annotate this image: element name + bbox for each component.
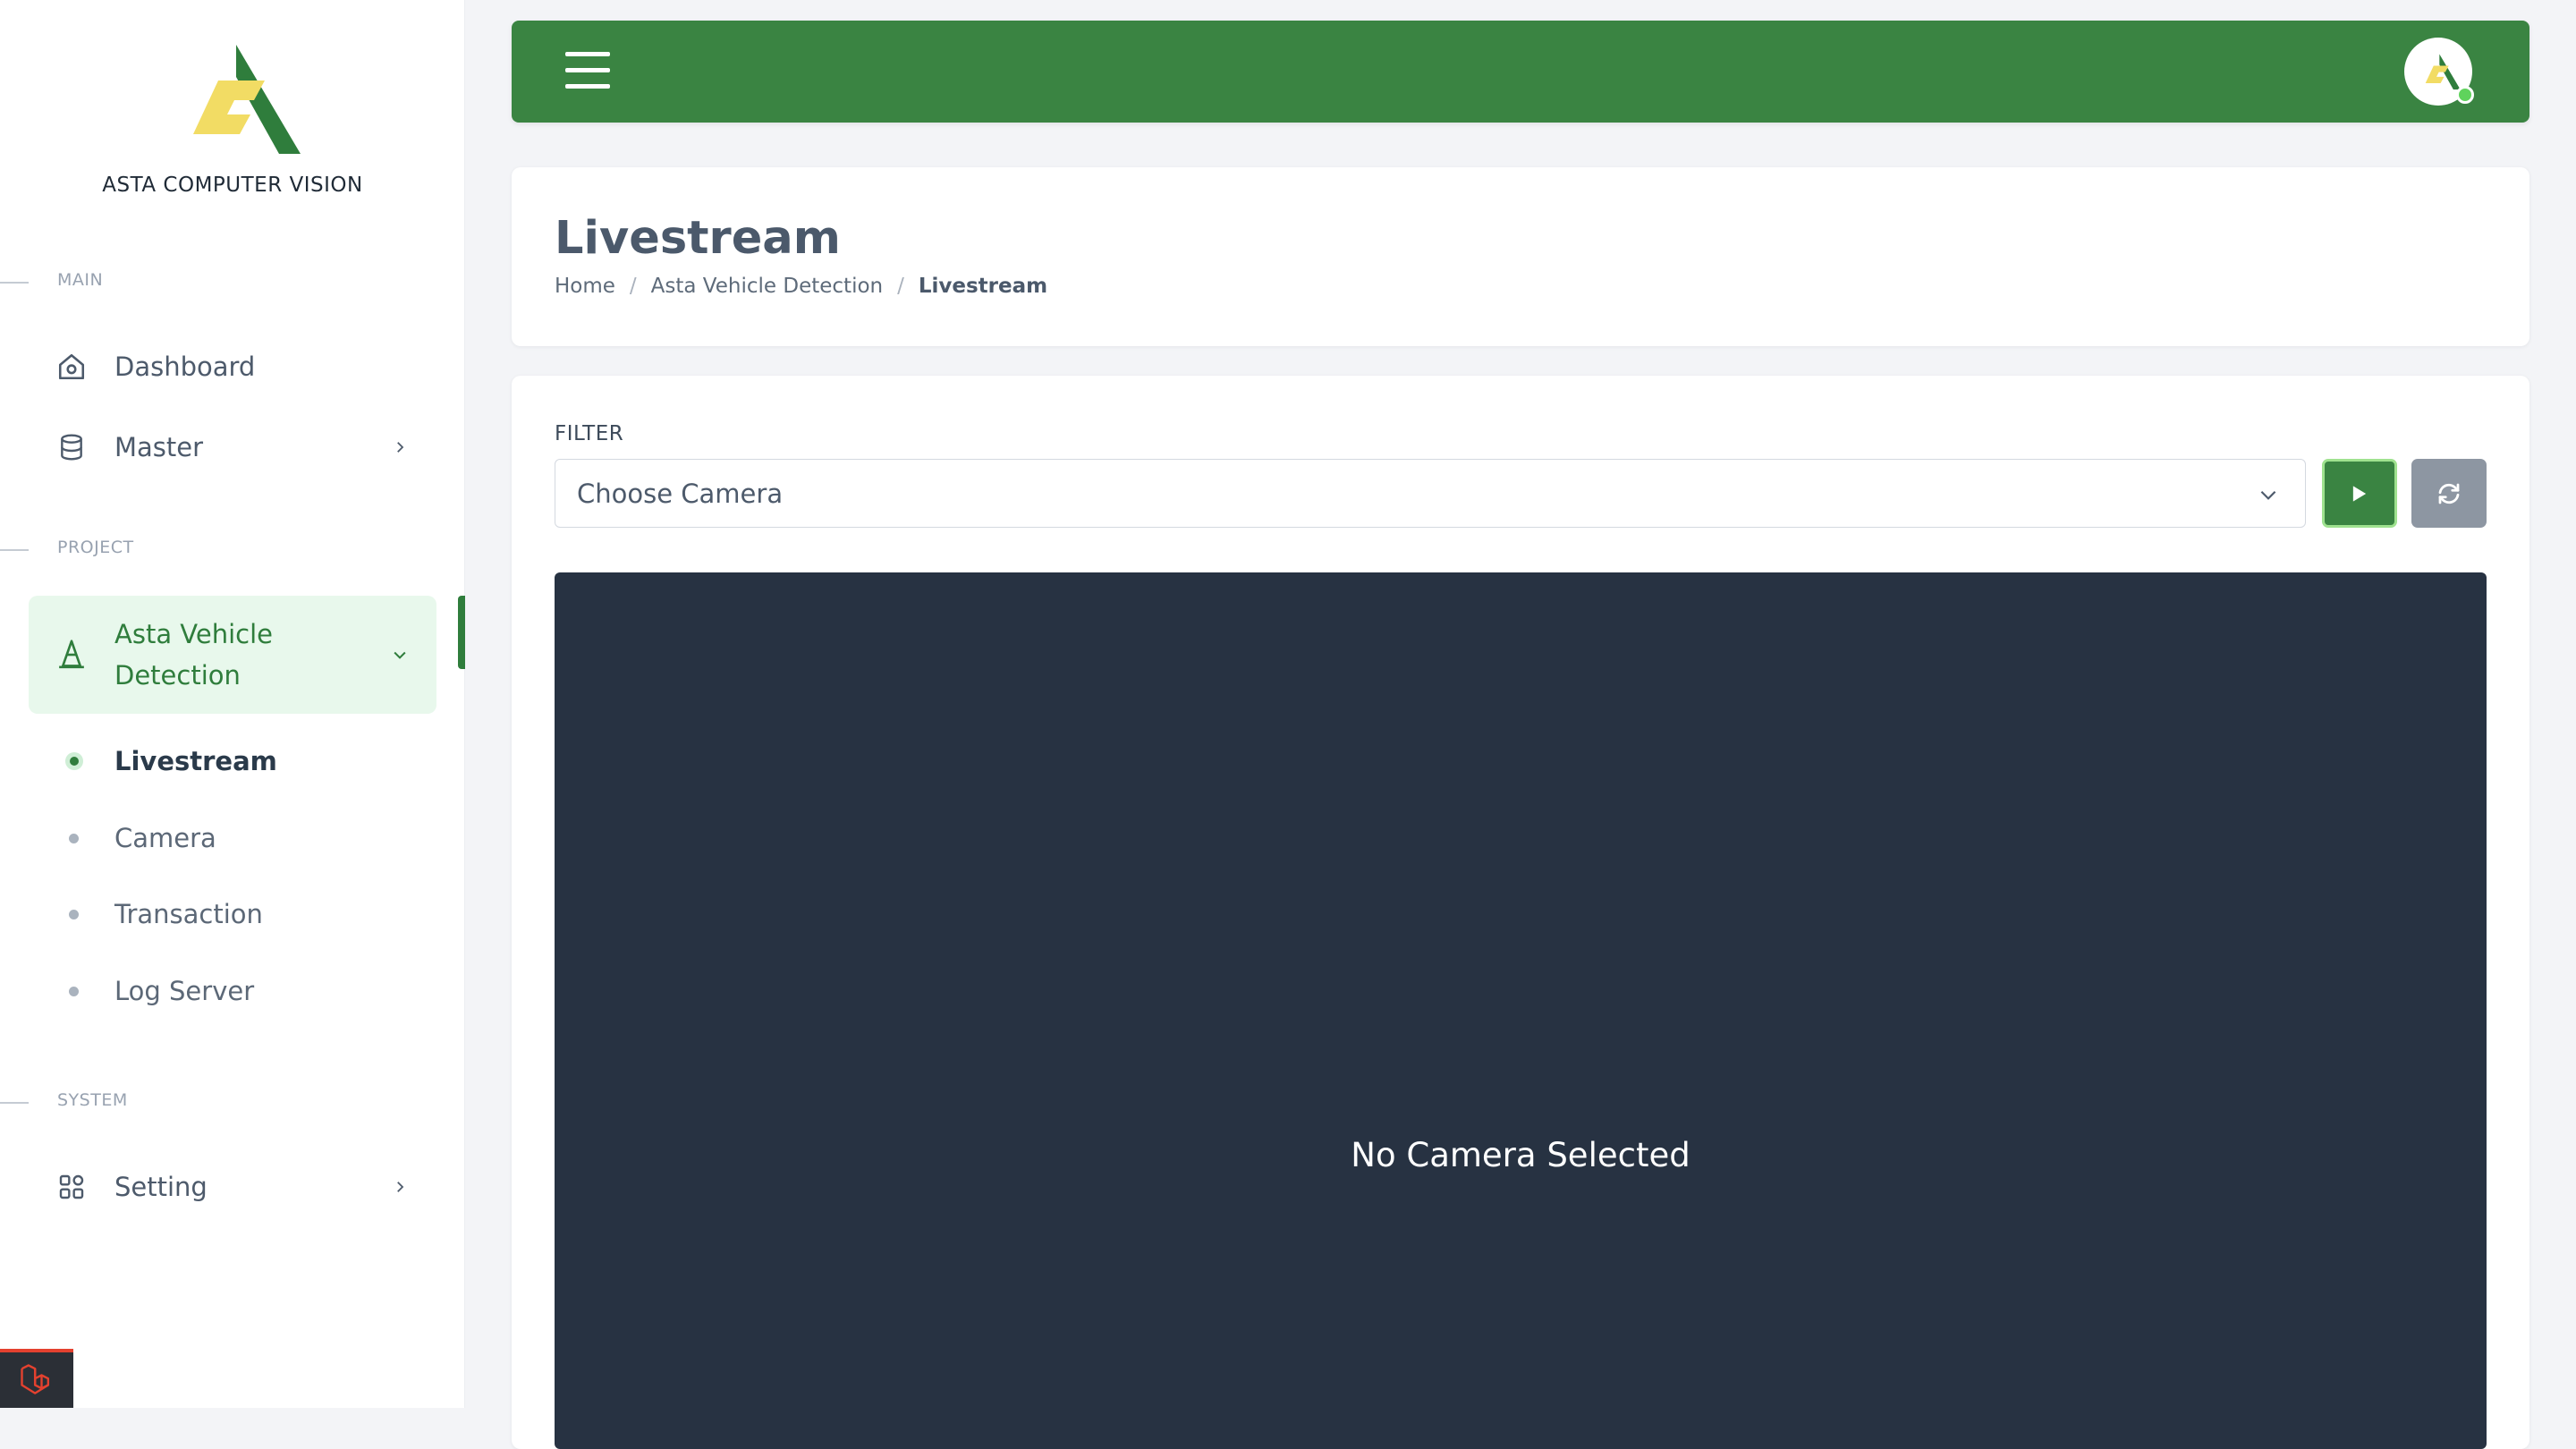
breadcrumb-separator: /: [897, 275, 904, 298]
sidebar-item-label: Master: [114, 432, 204, 462]
breadcrumb-separator: /: [629, 275, 637, 298]
home-icon: [55, 351, 88, 383]
sidebar-item-label: Setting: [114, 1172, 208, 1202]
refresh-icon: [2438, 483, 2460, 504]
brand[interactable]: ASTA COMPUTER VISION: [0, 36, 465, 197]
label-line-2: Detection: [114, 660, 241, 691]
video-placeholder-message: No Camera Selected: [1351, 1136, 1690, 1174]
sidebar-item-label: Dashboard: [114, 352, 256, 382]
traffic-cone-icon: [55, 639, 88, 671]
video-player: No Camera Selected: [555, 572, 2487, 1449]
database-icon: [55, 431, 88, 463]
sidebar-subitem-livestream[interactable]: Livestream: [29, 732, 436, 791]
breadcrumb-project[interactable]: Asta Vehicle Detection: [651, 275, 883, 298]
page-header: Livestream Home / Asta Vehicle Detection…: [512, 167, 2529, 346]
brand-logo: [193, 45, 301, 154]
avatar[interactable]: [2404, 38, 2474, 106]
section-label-system: SYSTEM: [57, 1090, 128, 1110]
section-divider: [0, 282, 29, 284]
avatar-logo: [2425, 54, 2461, 90]
filter-label: FILTER: [555, 422, 624, 445]
laravel-icon: [21, 1364, 50, 1394]
label-line-1: Asta Vehicle: [114, 619, 274, 649]
brand-name: ASTA COMPUTER VISION: [102, 174, 363, 197]
section-label-project: PROJECT: [57, 538, 134, 557]
subitem-label: Log Server: [114, 976, 255, 1006]
play-button[interactable]: [2322, 459, 2397, 528]
chevron-right-icon: [390, 437, 410, 457]
breadcrumb-current: Livestream: [918, 275, 1048, 298]
topbar: [512, 21, 2529, 123]
play-icon: [2352, 485, 2367, 502]
livestream-card: FILTER Choose Camera No Camera Selected: [512, 376, 2529, 1449]
subitem-label: Transaction: [114, 899, 263, 929]
sidebar-subitem-camera[interactable]: Camera: [29, 809, 436, 868]
breadcrumb-home[interactable]: Home: [555, 275, 615, 298]
sidebar-item-setting[interactable]: Setting: [29, 1148, 436, 1226]
sidebar-subitem-log-server[interactable]: Log Server: [29, 962, 436, 1021]
bullet-icon: [65, 752, 83, 770]
subitem-label: Livestream: [114, 746, 277, 776]
section-divider: [0, 549, 29, 551]
camera-select-value: Choose Camera: [577, 478, 784, 509]
refresh-button[interactable]: [2411, 459, 2487, 528]
camera-select[interactable]: Choose Camera: [555, 459, 2306, 528]
debugbar-toggle[interactable]: [0, 1349, 73, 1408]
sidebar-item-master[interactable]: Master: [29, 408, 436, 487]
menu-toggle-icon[interactable]: [565, 52, 610, 89]
subitem-label: Camera: [114, 823, 216, 853]
sidebar-subitem-transaction[interactable]: Transaction: [29, 885, 436, 944]
sidebar-item-label: Asta Vehicle Detection: [114, 614, 273, 696]
active-indicator: [458, 596, 465, 669]
bullet-icon: [69, 909, 79, 919]
sidebar-item-asta-vehicle-detection[interactable]: Asta Vehicle Detection: [29, 596, 436, 714]
bullet-icon: [69, 833, 79, 843]
sidebar: ASTA COMPUTER VISION MAIN Dashboard Mast…: [0, 0, 465, 1408]
bullet-icon: [69, 986, 79, 996]
chevron-right-icon: [390, 1177, 410, 1197]
chevron-down-icon: [390, 645, 410, 665]
grid-icon: [55, 1171, 88, 1203]
sidebar-item-dashboard[interactable]: Dashboard: [29, 327, 436, 406]
chevron-down-icon: [2260, 490, 2276, 500]
online-status-dot: [2456, 86, 2474, 104]
section-divider: [0, 1102, 29, 1104]
page-title: Livestream: [555, 212, 841, 265]
breadcrumb: Home / Asta Vehicle Detection / Livestre…: [555, 275, 1047, 298]
section-label-main: MAIN: [57, 270, 104, 290]
